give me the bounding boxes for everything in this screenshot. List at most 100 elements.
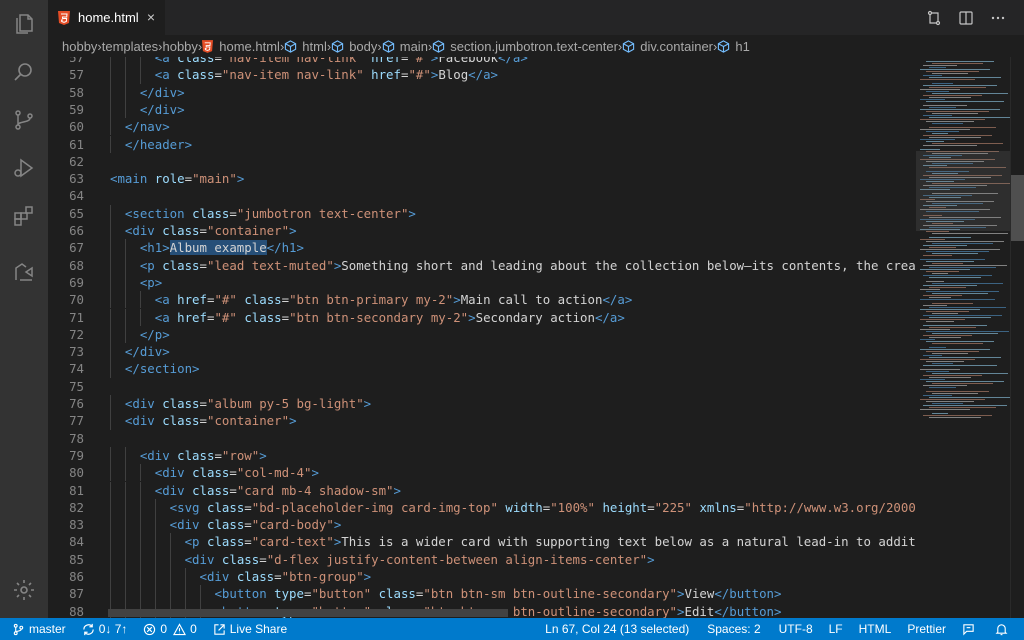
code-line[interactable]: 65 <section class="jumbotron text-center"… — [48, 204, 916, 222]
code-line[interactable]: 71 <a href="#" class="btn btn-secondary m… — [48, 308, 916, 326]
breadcrumb-item[interactable]: home.html — [202, 39, 280, 54]
code-line[interactable]: 82 <svg class="bd-placeholder-img card-im… — [48, 498, 916, 517]
breadcrumb-label: hobby — [62, 38, 98, 54]
branch-status[interactable]: master — [0, 618, 74, 640]
code-line[interactable]: 62 — [48, 153, 916, 170]
code-line[interactable]: 57 <a class="nav-item nav-link" href="#">… — [48, 57, 916, 67]
html5-icon — [58, 10, 70, 25]
minimap-line — [920, 259, 985, 260]
breadcrumb-item[interactable]: div.container — [622, 39, 713, 54]
encoding[interactable]: UTF-8 — [771, 618, 821, 640]
cursor-position[interactable]: Ln 67, Col 24 (13 selected) — [537, 618, 697, 640]
code-line[interactable]: 75 — [48, 378, 916, 395]
code-line[interactable]: 74 </section> — [48, 360, 916, 378]
code-token: class — [221, 551, 260, 567]
minimap-line — [929, 347, 946, 348]
code-line[interactable]: 81 <div class="card mb-4 shadow-sm"> — [48, 481, 916, 499]
line-number: 78 — [69, 430, 84, 446]
code-line[interactable]: 77 <div class="container"> — [48, 412, 916, 430]
breadcrumb-item[interactable]: hobby — [62, 39, 97, 54]
code-line[interactable]: 76 <div class="album py-5 bg-light"> — [48, 395, 916, 413]
code-line[interactable]: 85 <div class="d-flex justify-content-bet… — [48, 550, 916, 568]
language-mode[interactable]: HTML — [851, 618, 900, 640]
indentation[interactable]: Spaces: 2 — [697, 618, 770, 640]
open-changes-icon[interactable] — [918, 10, 950, 26]
code-line[interactable]: 70 <a href="#" class="btn btn-primary my-… — [48, 291, 916, 309]
minimap-line — [929, 297, 951, 298]
run-debug-icon[interactable] — [0, 144, 48, 192]
minimap-line — [923, 385, 967, 386]
code-line[interactable]: 68 <p class="lead text-muted">Something s… — [48, 256, 916, 274]
split-editor-icon[interactable] — [950, 10, 982, 26]
end-of-line[interactable]: LF — [821, 618, 851, 640]
breadcrumb-item[interactable]: body — [331, 39, 377, 54]
code-line[interactable]: 66 <div class="container"> — [48, 222, 916, 240]
scrollbar-thumb[interactable] — [1011, 175, 1024, 241]
horizontal-scrollbar[interactable] — [108, 609, 508, 617]
code-line[interactable]: 83 <div class="card-body"> — [48, 516, 916, 534]
code-line[interactable]: 60 </nav> — [48, 118, 916, 136]
code-token: </a> — [594, 309, 625, 325]
minimap-line — [932, 403, 963, 404]
code-line[interactable]: 87 <button type="button" class="btn btn-s… — [48, 585, 916, 603]
code-token: class — [244, 292, 282, 308]
code-token: href — [177, 309, 207, 325]
breadcrumb-item[interactable]: html — [284, 39, 327, 54]
notifications-bell-icon[interactable] — [987, 618, 1024, 640]
code-text: <div class="col-md-4"> — [155, 464, 319, 481]
code-token: = — [184, 171, 193, 187]
code-line[interactable]: 78 — [48, 430, 916, 447]
more-actions-icon[interactable] — [982, 10, 1014, 26]
live-share-button[interactable]: Live Share — [205, 618, 295, 640]
live-share-icon[interactable] — [0, 248, 48, 296]
minimap[interactable] — [916, 57, 1013, 618]
code-token: "#" — [408, 57, 431, 65]
settings-gear-icon[interactable] — [0, 566, 48, 614]
minimap-line — [920, 89, 960, 90]
minimap-line — [920, 369, 960, 370]
vertical-scrollbar[interactable] — [1010, 57, 1024, 618]
problems-status[interactable]: 0 0 — [135, 618, 204, 640]
code-line[interactable]: 79 <div class="row"> — [48, 446, 916, 465]
code-token: = — [214, 57, 222, 65]
code-line[interactable]: 73 </div> — [48, 343, 916, 361]
code-line[interactable]: 59 </div> — [48, 100, 916, 119]
code-token: "225" — [654, 499, 692, 515]
code-editor[interactable]: 88<button type="button" class="btn btn-s… — [48, 57, 916, 618]
minimap-line — [929, 277, 981, 278]
code-line[interactable]: 58 </div> — [48, 83, 916, 101]
code-token: </div> — [139, 101, 185, 117]
code-token: <section — [124, 205, 185, 221]
code-token: > — [311, 465, 319, 481]
live-share-label: Live Share — [229, 622, 288, 636]
code-line[interactable]: 57 <a class="nav-item nav-link" href="#">… — [48, 66, 916, 84]
code-line[interactable]: 69 <p> — [48, 273, 916, 292]
sync-status[interactable]: 0↓ 7↑ — [74, 618, 136, 640]
search-icon[interactable] — [0, 48, 48, 96]
code-line[interactable]: 61 </header> — [48, 135, 916, 153]
code-line[interactable]: 63 <main role="main"> — [48, 170, 916, 187]
tab-home-html[interactable]: home.html × — [48, 0, 165, 35]
breadcrumb-item[interactable]: templates — [102, 39, 158, 54]
formatter-status[interactable]: Prettier — [899, 618, 954, 640]
minimap-viewport-slider[interactable] — [916, 151, 1010, 231]
close-tab-icon[interactable]: × — [147, 10, 155, 24]
code-token: <svg — [169, 499, 200, 515]
code-line[interactable]: 64 — [48, 187, 916, 204]
breadcrumb-item[interactable]: section.jumbotron.text-center — [432, 39, 618, 54]
code-line[interactable]: 86 <div class="btn-group"> — [48, 568, 916, 586]
sync-icon — [82, 623, 94, 635]
extensions-icon[interactable] — [0, 192, 48, 240]
breadcrumb-item[interactable]: hobby — [162, 39, 197, 54]
code-line[interactable]: 80 <div class="col-md-4"> — [48, 464, 916, 482]
breadcrumb-item[interactable]: h1 — [717, 39, 750, 54]
code-line[interactable]: 72 </p> — [48, 325, 916, 344]
feedback-icon[interactable] — [954, 618, 987, 640]
explorer-icon[interactable] — [0, 0, 48, 48]
code-line[interactable]: 67 <h1>Album example</h1> — [48, 239, 916, 257]
code-line[interactable]: 84 <p class="card-text">This is a wider c… — [48, 533, 916, 551]
breadcrumb-item[interactable]: main — [382, 39, 428, 54]
source-control-icon[interactable] — [0, 96, 48, 144]
indent-guide — [110, 516, 111, 534]
